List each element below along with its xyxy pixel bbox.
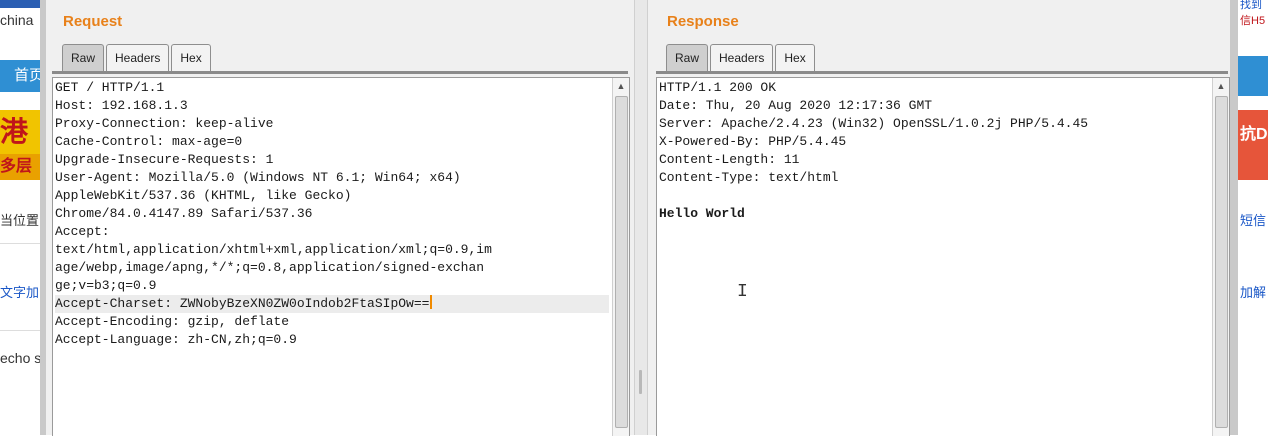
- response-line[interactable]: HTTP/1.1 200 OK: [659, 79, 1209, 97]
- side-link-2[interactable]: 加解: [1240, 282, 1266, 301]
- response-line[interactable]: Date: Thu, 20 Aug 2020 12:17:36 GMT: [659, 97, 1209, 115]
- response-line[interactable]: Content-Type: text/html: [659, 169, 1209, 187]
- request-scroll-thumb[interactable]: [615, 96, 628, 428]
- request-line[interactable]: AppleWebKit/537.36 (KHTML, like Gecko): [55, 187, 609, 205]
- panel-splitter[interactable]: [634, 0, 648, 435]
- nav-bar-fragment: [1236, 56, 1268, 96]
- request-line[interactable]: ge;v=b3;q=0.9: [55, 277, 609, 295]
- divider: [0, 330, 44, 331]
- response-tab-underline: [656, 71, 1228, 74]
- request-tab-raw[interactable]: Raw: [62, 44, 105, 71]
- scroll-up-arrow-icon[interactable]: ▲: [1213, 78, 1229, 94]
- request-panel: Request Raw Headers Hex GET / HTTP/1.1 H…: [46, 0, 630, 436]
- request-editor[interactable]: GET / HTTP/1.1 Host: 192.168.1.3 Proxy-C…: [52, 77, 630, 436]
- request-tab-hex[interactable]: Hex: [171, 44, 211, 71]
- response-tabs: Raw Headers Hex: [666, 44, 817, 71]
- response-scroll-thumb[interactable]: [1215, 96, 1228, 428]
- request-line[interactable]: GET / HTTP/1.1: [55, 79, 609, 97]
- scroll-up-arrow-icon[interactable]: ▲: [613, 78, 629, 94]
- request-line[interactable]: Accept-Language: zh-CN,zh;q=0.9: [55, 331, 609, 349]
- response-line[interactable]: Server: Apache/2.4.23 (Win32) OpenSSL/1.…: [659, 115, 1209, 133]
- request-line[interactable]: Accept-Encoding: gzip, deflate: [55, 313, 609, 331]
- response-line[interactable]: X-Powered-By: PHP/5.4.45: [659, 133, 1209, 151]
- response-tab-headers[interactable]: Headers: [710, 44, 774, 71]
- accept-charset-text: Accept-Charset: ZWNobyBzeXN0ZW0oIndob2Ft…: [55, 296, 430, 311]
- request-line[interactable]: User-Agent: Mozilla/5.0 (Windows NT 6.1;…: [55, 169, 609, 187]
- request-scrollbar[interactable]: ▲: [612, 78, 629, 436]
- response-editor[interactable]: HTTP/1.1 200 OK Date: Thu, 20 Aug 2020 1…: [656, 77, 1230, 436]
- logo-fragment: [0, 0, 40, 8]
- divider: [0, 243, 44, 244]
- splitter-grip[interactable]: [639, 370, 642, 394]
- request-line[interactable]: text/html,application/xhtml+xml,applicat…: [55, 241, 609, 259]
- site-name-fragment: china: [0, 12, 34, 28]
- top-link-2[interactable]: 信H5: [1240, 12, 1265, 28]
- response-title: Response: [667, 13, 739, 30]
- response-tab-raw[interactable]: Raw: [666, 44, 709, 71]
- request-tab-headers[interactable]: Headers: [106, 44, 170, 71]
- nav-home-link[interactable]: 首页: [0, 60, 44, 92]
- response-lines: HTTP/1.1 200 OK Date: Thu, 20 Aug 2020 1…: [659, 79, 1209, 223]
- request-tab-underline: [52, 71, 628, 74]
- location-label: 当位置: [0, 213, 40, 228]
- request-line[interactable]: Upgrade-Insecure-Requests: 1: [55, 151, 609, 169]
- response-scrollbar[interactable]: ▲: [1212, 78, 1229, 436]
- response-line[interactable]: Content-Length: 11: [659, 151, 1209, 169]
- request-line[interactable]: Cache-Control: max-age=0: [55, 133, 609, 151]
- response-tab-hex[interactable]: Hex: [775, 44, 815, 71]
- request-line[interactable]: Proxy-Connection: keep-alive: [55, 115, 609, 133]
- request-line[interactable]: Chrome/84.0.4147.89 Safari/537.36: [55, 205, 609, 223]
- request-title: Request: [63, 13, 123, 30]
- background-page-right: 找到 信H5 抗D 短信 加解: [1236, 0, 1268, 435]
- text-caret: [430, 295, 433, 309]
- banner-ad-right[interactable]: 抗D: [1236, 110, 1268, 180]
- text-cursor-icon: I: [737, 282, 748, 302]
- request-line[interactable]: Accept:: [55, 223, 609, 241]
- request-lines: GET / HTTP/1.1 Host: 192.168.1.3 Proxy-C…: [55, 79, 609, 349]
- response-line-blank[interactable]: [659, 187, 1209, 205]
- http-message-viewer: Request Raw Headers Hex GET / HTTP/1.1 H…: [46, 0, 1230, 436]
- top-link-1[interactable]: 找到: [1240, 0, 1262, 12]
- code-fragment: echo sy: [0, 350, 44, 366]
- response-body[interactable]: Hello World: [659, 205, 1209, 223]
- background-page-left: china 首页 港 多层 当位置 文字加 echo sy: [0, 0, 44, 435]
- request-line[interactable]: age/webp,image/apng,*/*;q=0.8,applicatio…: [55, 259, 609, 277]
- banner-ad-sub[interactable]: 多层: [0, 154, 44, 180]
- response-panel: Response Raw Headers Hex HTTP/1.1 200 OK…: [650, 0, 1230, 436]
- request-tabs: Raw Headers Hex: [62, 44, 213, 71]
- side-link-1[interactable]: 短信: [1240, 210, 1266, 229]
- text-link[interactable]: 文字加: [0, 282, 39, 301]
- window-border-right: [1230, 0, 1238, 435]
- request-line[interactable]: Host: 192.168.1.3: [55, 97, 609, 115]
- request-line-current[interactable]: Accept-Charset: ZWNobyBzeXN0ZW0oIndob2Ft…: [55, 295, 609, 313]
- banner-ad[interactable]: 港: [0, 110, 44, 154]
